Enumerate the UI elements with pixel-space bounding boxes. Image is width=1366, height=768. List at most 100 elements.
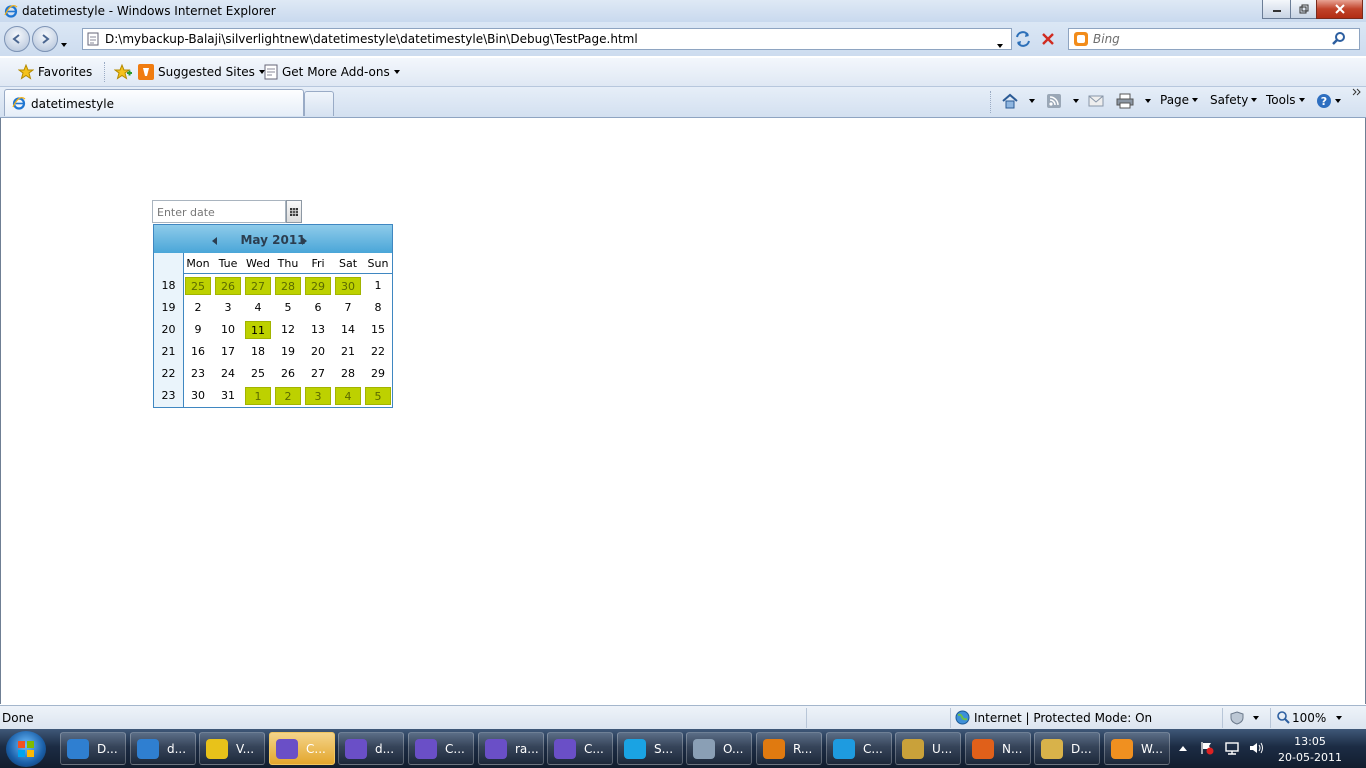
taskbar-button[interactable]: C... — [826, 732, 892, 765]
calendar-day[interactable]: 23 — [185, 365, 211, 383]
taskbar-button[interactable]: d... — [338, 732, 404, 765]
calendar-day[interactable]: 5 — [365, 387, 391, 405]
calendar-day[interactable]: 10 — [215, 321, 241, 339]
calendar-day[interactable]: 18 — [245, 343, 271, 361]
search-icon[interactable] — [1331, 31, 1347, 47]
calendar-day[interactable]: 13 — [305, 321, 331, 339]
calendar-day[interactable]: 26 — [215, 277, 241, 295]
refresh-icon[interactable] — [1014, 30, 1032, 48]
calendar-day[interactable]: 12 — [275, 321, 301, 339]
maximize-button[interactable] — [1290, 0, 1317, 19]
security-zone[interactable]: Internet | Protected Mode: On — [974, 711, 1152, 725]
safety-menu[interactable]: Safety — [1210, 93, 1258, 107]
start-button[interactable] — [6, 731, 46, 767]
taskbar-button[interactable]: S... — [617, 732, 683, 765]
calendar-day[interactable]: 1 — [245, 387, 271, 405]
taskbar-button[interactable]: d... — [130, 732, 196, 765]
add-favorite-icon[interactable] — [114, 64, 132, 80]
calendar-day[interactable]: 24 — [215, 365, 241, 383]
volume-icon[interactable] — [1248, 741, 1264, 755]
address-bar[interactable]: D:\mybackup-Balaji\silverlightnew\dateti… — [82, 28, 1012, 50]
calendar-day[interactable]: 14 — [335, 321, 361, 339]
new-tab-button[interactable] — [304, 91, 334, 116]
calendar-day[interactable]: 5 — [275, 299, 301, 317]
calendar-day[interactable]: 8 — [365, 299, 391, 317]
calendar-day[interactable]: 9 — [185, 321, 211, 339]
calendar-button[interactable] — [286, 200, 302, 223]
chevron-down-icon[interactable] — [1253, 716, 1259, 720]
calendar-day[interactable]: 7 — [335, 299, 361, 317]
calendar-day[interactable]: 25 — [185, 277, 211, 295]
search-input[interactable]: Bing — [1093, 32, 1120, 46]
address-input[interactable]: D:\mybackup-Balaji\silverlightnew\dateti… — [105, 32, 638, 46]
taskbar-button[interactable]: U... — [895, 732, 961, 765]
taskbar-button[interactable]: ra... — [478, 732, 544, 765]
calendar-day[interactable]: 3 — [305, 387, 331, 405]
calendar-day[interactable]: 4 — [245, 299, 271, 317]
calendar-day[interactable]: 26 — [275, 365, 301, 383]
chevron-down-icon[interactable] — [1336, 716, 1342, 720]
calendar-day[interactable]: 3 — [215, 299, 241, 317]
calendar-day[interactable]: 28 — [335, 365, 361, 383]
forward-button[interactable] — [32, 26, 58, 52]
show-hidden-icons-icon[interactable] — [1178, 744, 1188, 752]
calendar-day[interactable]: 15 — [365, 321, 391, 339]
search-box[interactable]: Bing — [1068, 28, 1360, 50]
calendar-day[interactable]: 29 — [365, 365, 391, 383]
calendar-day[interactable]: 1 — [365, 277, 391, 295]
tools-menu[interactable]: Tools — [1266, 93, 1305, 107]
taskbar-button[interactable]: D... — [60, 732, 126, 765]
read-mail-icon[interactable] — [1088, 94, 1104, 108]
address-dropdown[interactable] — [997, 37, 1003, 51]
network-icon[interactable] — [1224, 741, 1240, 755]
calendar-day[interactable]: 4 — [335, 387, 361, 405]
calendar-day[interactable]: 17 — [215, 343, 241, 361]
minimize-button[interactable] — [1262, 0, 1291, 19]
action-center-flag-icon[interactable] — [1200, 741, 1214, 755]
home-button[interactable] — [1002, 93, 1035, 109]
taskbar-button[interactable]: N... — [965, 732, 1031, 765]
stop-icon[interactable] — [1040, 31, 1056, 47]
calendar-day[interactable]: 30 — [335, 277, 361, 295]
chevron-double-right-icon[interactable] — [1352, 87, 1362, 97]
clock[interactable]: 13:05 20-05-2011 — [1264, 734, 1356, 766]
calendar-day[interactable]: 2 — [185, 299, 211, 317]
taskbar-button[interactable]: R... — [756, 732, 822, 765]
taskbar-button[interactable]: V... — [199, 732, 265, 765]
zoom-level[interactable]: 100% — [1292, 711, 1326, 725]
date-input[interactable]: Enter date — [152, 200, 286, 223]
taskbar-button[interactable]: O... — [686, 732, 752, 765]
taskbar-button[interactable]: C... — [547, 732, 613, 765]
calendar-day[interactable]: 25 — [245, 365, 271, 383]
protected-mode-icon[interactable] — [1230, 711, 1244, 725]
calendar-day[interactable]: 27 — [305, 365, 331, 383]
favorites-button[interactable]: Favorites — [18, 64, 92, 80]
get-more-addons-button[interactable]: Get More Add-ons — [264, 64, 400, 80]
calendar-day[interactable]: 16 — [185, 343, 211, 361]
taskbar-button[interactable]: D... — [1034, 732, 1100, 765]
taskbar-button[interactable]: C... — [408, 732, 474, 765]
calendar-day[interactable]: 2 — [275, 387, 301, 405]
tab-datetimestyle[interactable]: datetimestyle — [4, 89, 304, 116]
calendar-day[interactable]: 31 — [215, 387, 241, 405]
calendar-day[interactable]: 27 — [245, 277, 271, 295]
calendar-day[interactable]: 29 — [305, 277, 331, 295]
calendar-day[interactable]: 20 — [305, 343, 331, 361]
calendar-day[interactable]: 11 — [245, 321, 271, 339]
help-button[interactable]: ? — [1316, 93, 1341, 109]
taskbar-button[interactable]: C... — [269, 732, 335, 765]
calendar-day[interactable]: 6 — [305, 299, 331, 317]
recent-pages-dropdown[interactable] — [61, 36, 67, 50]
calendar-day[interactable]: 22 — [365, 343, 391, 361]
taskbar-button[interactable]: W... — [1104, 732, 1170, 765]
calendar-day[interactable]: 28 — [275, 277, 301, 295]
back-button[interactable] — [4, 26, 30, 52]
calendar-day[interactable]: 19 — [275, 343, 301, 361]
page-menu[interactable]: Page — [1160, 93, 1199, 107]
feeds-button[interactable] — [1046, 93, 1079, 109]
calendar-day[interactable]: 30 — [185, 387, 211, 405]
suggested-sites-button[interactable]: Suggested Sites — [138, 64, 265, 80]
print-button[interactable] — [1116, 93, 1151, 109]
close-button[interactable] — [1316, 0, 1363, 19]
calendar-day[interactable]: 21 — [335, 343, 361, 361]
